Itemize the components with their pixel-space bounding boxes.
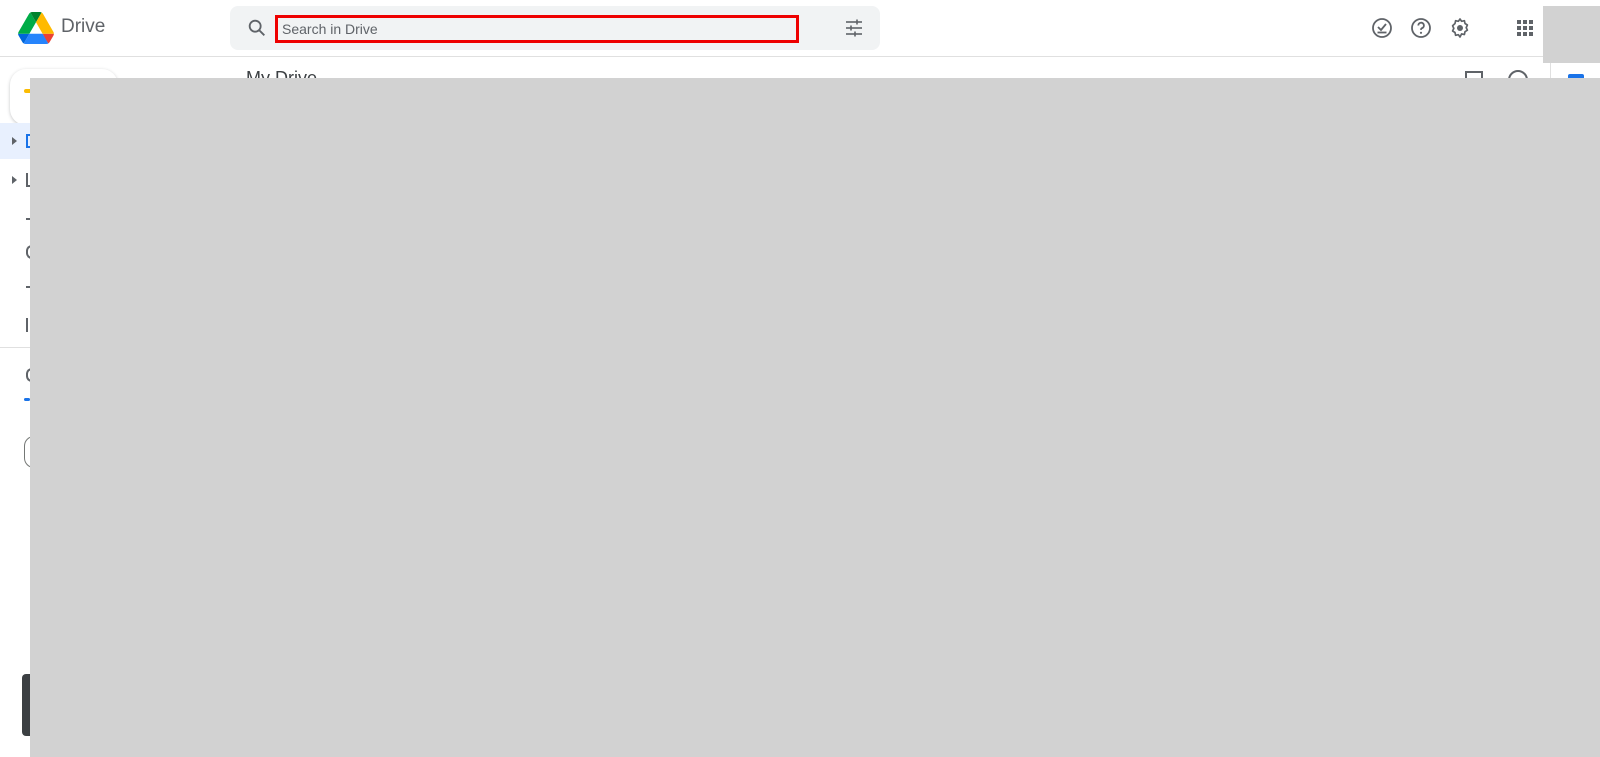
sidebar-divider (0, 347, 30, 348)
apps-grid-icon[interactable] (1513, 16, 1537, 40)
sidebar-item-my-drive[interactable] (0, 123, 32, 159)
sidebar-item-starred[interactable] (0, 270, 32, 306)
search-icon[interactable] (246, 17, 268, 39)
offline-ready-icon[interactable] (1370, 16, 1394, 40)
sidebar-item-shared[interactable] (0, 198, 32, 234)
top-bar: Drive (0, 0, 1600, 57)
search-bar (230, 6, 880, 50)
settings-icon[interactable] (1448, 16, 1472, 40)
account-avatar[interactable] (1543, 6, 1600, 63)
expand-arrow-icon[interactable] (12, 137, 17, 145)
sidebar-item-recent[interactable] (0, 234, 32, 270)
sidebar-item-computers[interactable] (0, 162, 32, 198)
sidebar-item-storage[interactable] (0, 360, 32, 390)
search-input[interactable] (275, 15, 799, 43)
loading-overlay (30, 78, 1600, 757)
help-icon[interactable] (1409, 16, 1433, 40)
app-brand: Drive (61, 16, 106, 37)
sidebar-item-trash[interactable] (0, 306, 30, 342)
google-drive-logo-icon[interactable] (18, 12, 54, 44)
search-options-icon[interactable] (844, 18, 864, 38)
expand-arrow-icon[interactable] (12, 176, 17, 184)
